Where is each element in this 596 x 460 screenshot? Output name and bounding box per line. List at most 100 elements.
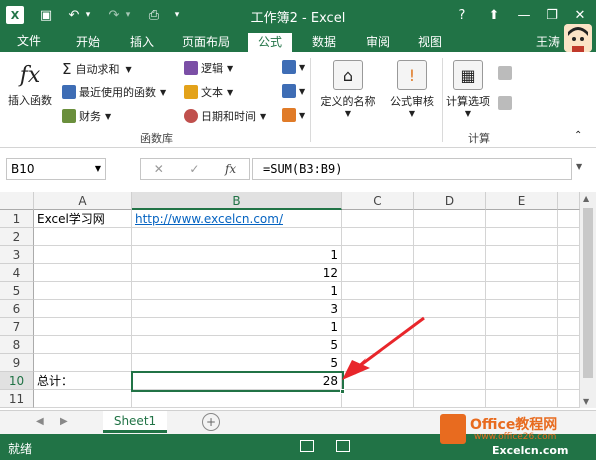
grid-cell[interactable]: [558, 336, 580, 354]
chevron-down-icon[interactable]: ▼: [95, 159, 101, 179]
grid-cell[interactable]: [486, 318, 558, 336]
grid-cell[interactable]: [342, 264, 414, 282]
close-button[interactable]: ✕: [572, 6, 588, 24]
tab-page-layout[interactable]: 页面布局: [172, 33, 240, 52]
row-header[interactable]: 7: [0, 318, 34, 336]
cell-b4[interactable]: 12: [132, 264, 342, 282]
grid-cell[interactable]: [486, 300, 558, 318]
autosum-button[interactable]: Σ 自动求和 ▼: [62, 60, 132, 78]
financial-button[interactable]: 财务 ▼: [62, 108, 111, 124]
grid-cell[interactable]: [132, 228, 342, 246]
cell-b6[interactable]: 3: [132, 300, 342, 318]
minimize-button[interactable]: —: [516, 6, 532, 24]
expand-formula-icon[interactable]: ▼: [576, 162, 582, 171]
scroll-up-icon[interactable]: ▲: [583, 194, 589, 203]
cell-b9[interactable]: 5: [132, 354, 342, 372]
column-header-f[interactable]: [558, 192, 580, 210]
tab-view[interactable]: 视图: [408, 33, 452, 52]
grid-cell[interactable]: [486, 210, 558, 228]
tab-data[interactable]: 数据: [302, 33, 346, 52]
scroll-down-icon[interactable]: ▼: [583, 397, 589, 406]
add-sheet-button[interactable]: +: [202, 413, 220, 431]
grid-cell[interactable]: [558, 228, 580, 246]
grid-cell[interactable]: [486, 246, 558, 264]
page-layout-view-icon[interactable]: [336, 440, 350, 452]
grid-cell[interactable]: [414, 246, 486, 264]
normal-view-icon[interactable]: [300, 440, 314, 452]
column-header-a[interactable]: A: [34, 192, 132, 210]
row-header[interactable]: 3: [0, 246, 34, 264]
row-header[interactable]: 9: [0, 354, 34, 372]
grid-cell[interactable]: [342, 210, 414, 228]
grid-cell[interactable]: [34, 246, 132, 264]
column-header-d[interactable]: D: [414, 192, 486, 210]
collapse-ribbon-button[interactable]: ⌃: [574, 130, 582, 141]
cell-b1[interactable]: http://www.excelcn.com/: [132, 210, 342, 228]
name-box[interactable]: B10 ▼: [6, 158, 106, 180]
datetime-button[interactable]: 日期和时间 ▼: [184, 108, 266, 124]
grid-cell[interactable]: [34, 282, 132, 300]
grid-cell[interactable]: [558, 264, 580, 282]
sheet-tab-sheet1[interactable]: Sheet1: [103, 411, 167, 433]
grid-cell[interactable]: [34, 300, 132, 318]
vertical-scrollbar[interactable]: ▲ ▼: [580, 192, 596, 408]
grid-cell[interactable]: [558, 354, 580, 372]
grid-cell[interactable]: [342, 390, 414, 408]
grid-cell[interactable]: [34, 228, 132, 246]
cancel-icon[interactable]: ✕: [154, 162, 164, 176]
recent-functions-button[interactable]: 最近使用的函数 ▼: [62, 84, 166, 100]
cell-b3[interactable]: 1: [132, 246, 342, 264]
grid-cell[interactable]: [558, 372, 580, 390]
cell-b8[interactable]: 5: [132, 336, 342, 354]
formula-audit-button[interactable]: ! 公式审核 ▼: [384, 60, 440, 118]
tab-file[interactable]: 文件: [0, 30, 58, 52]
sheet-prev-icon[interactable]: ◀: [36, 416, 44, 427]
column-header-c[interactable]: C: [342, 192, 414, 210]
enter-icon[interactable]: ✓: [189, 162, 199, 176]
grid-cell[interactable]: [34, 264, 132, 282]
grid-cell[interactable]: [414, 228, 486, 246]
grid-cell[interactable]: [414, 264, 486, 282]
grid-cell[interactable]: [414, 210, 486, 228]
avatar[interactable]: [564, 24, 592, 52]
grid-cell[interactable]: [486, 264, 558, 282]
row-header[interactable]: 1: [0, 210, 34, 228]
column-header-e[interactable]: E: [486, 192, 558, 210]
math-button[interactable]: ▼: [282, 84, 305, 98]
ribbon-display-icon[interactable]: ⬆: [486, 6, 502, 24]
grid-cell[interactable]: [132, 390, 342, 408]
calc-now-button[interactable]: [498, 66, 515, 80]
sheet-next-icon[interactable]: ▶: [60, 416, 68, 427]
grid-cell[interactable]: [486, 354, 558, 372]
row-header[interactable]: 8: [0, 336, 34, 354]
grid-cell[interactable]: [558, 246, 580, 264]
row-header[interactable]: 11: [0, 390, 34, 408]
tab-home[interactable]: 开始: [66, 33, 110, 52]
insert-function-icon[interactable]: fx: [225, 162, 236, 176]
cell-b7[interactable]: 1: [132, 318, 342, 336]
grid-cell[interactable]: [342, 246, 414, 264]
grid-cell[interactable]: [342, 282, 414, 300]
row-header[interactable]: 5: [0, 282, 34, 300]
row-header[interactable]: 4: [0, 264, 34, 282]
text-button[interactable]: 文本 ▼: [184, 84, 233, 100]
tab-review[interactable]: 审阅: [356, 33, 400, 52]
cell-a1[interactable]: Excel学习网: [34, 210, 132, 228]
grid-cell[interactable]: [342, 228, 414, 246]
cell-a10[interactable]: 总计：: [34, 372, 132, 390]
more-functions-button[interactable]: ▼: [282, 108, 305, 122]
grid-cell[interactable]: [414, 282, 486, 300]
grid-cell[interactable]: [414, 390, 486, 408]
grid-cell[interactable]: [486, 228, 558, 246]
column-header-b[interactable]: B: [132, 192, 342, 210]
logical-button[interactable]: 逻辑 ▼: [184, 60, 233, 76]
grid-cell[interactable]: [34, 336, 132, 354]
grid-cell[interactable]: [34, 390, 132, 408]
grid-cell[interactable]: [34, 318, 132, 336]
grid-cell[interactable]: [558, 318, 580, 336]
scroll-thumb[interactable]: [583, 208, 593, 378]
grid-cell[interactable]: [558, 390, 580, 408]
fill-handle[interactable]: [340, 389, 345, 394]
grid-cell[interactable]: [486, 282, 558, 300]
defined-names-button[interactable]: ⌂ 定义的名称 ▼: [314, 60, 382, 118]
